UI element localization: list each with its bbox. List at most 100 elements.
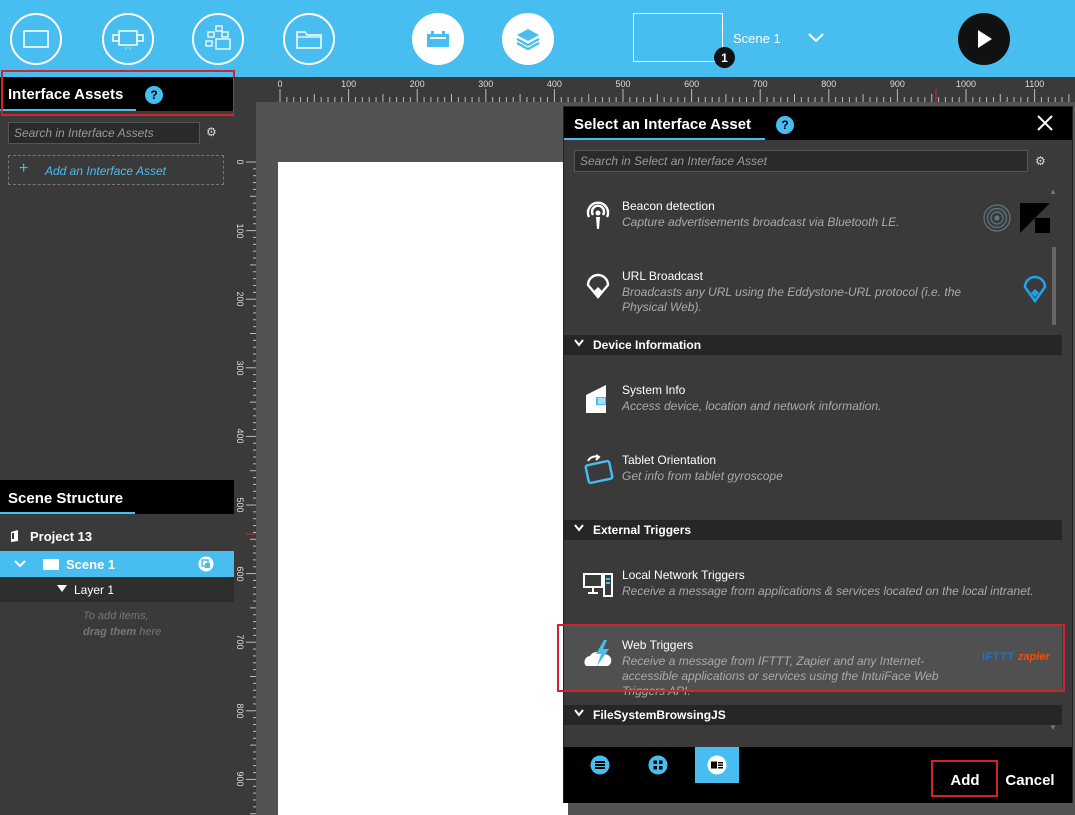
scene-structure-title: Scene Structure — [8, 490, 124, 507]
network-mode-button[interactable] — [192, 13, 244, 65]
ruler-label: 700 — [752, 79, 768, 89]
chevron-down-icon[interactable] — [14, 560, 26, 568]
component-mode-button[interactable]: ‹ › — [102, 13, 154, 65]
drag-hint-after: here — [136, 626, 162, 638]
network-icon — [205, 25, 231, 50]
ruler-label: 300 — [478, 79, 494, 89]
ruler-label: 0 — [277, 79, 283, 89]
horizontal-ruler-ticks — [279, 89, 1070, 102]
interface-assets-search-input[interactable]: Search in Interface Assets — [8, 122, 200, 144]
chevron-down-icon[interactable] — [574, 339, 584, 347]
title-underline — [0, 512, 135, 514]
scene-options-icon[interactable] — [198, 556, 214, 572]
canvas-page[interactable] — [278, 162, 568, 815]
ruler-label: 700 — [235, 634, 245, 650]
item-description: Receive a message from applications & se… — [622, 584, 1034, 598]
grid-view-button[interactable] — [636, 747, 680, 783]
rectangle-icon — [23, 30, 49, 48]
chevron-down-icon[interactable] — [574, 524, 584, 532]
close-icon[interactable] — [1036, 114, 1054, 132]
caret-down-icon[interactable] — [57, 585, 67, 592]
scene-thumbnail[interactable] — [633, 13, 723, 62]
dialog-search-input[interactable]: Search in Select an Interface Asset — [574, 150, 1028, 172]
category-label: Device Information — [593, 338, 702, 352]
cancel-button[interactable]: Cancel — [1000, 764, 1060, 796]
layers-mode-button[interactable] — [502, 13, 554, 65]
url-broadcast-icon — [586, 273, 610, 299]
scroll-up-arrow[interactable]: ▲ — [1049, 187, 1057, 196]
category-filesystembrowsingjs[interactable]: FileSystemBrowsingJS — [564, 705, 1062, 725]
item-name: URL Broadcast — [622, 269, 703, 283]
ruler-label: 100 — [341, 79, 357, 89]
tree-project-row[interactable]: Project 13 — [0, 525, 234, 549]
play-icon — [978, 30, 992, 48]
ruler-label: 500 — [615, 79, 631, 89]
top-toolbar: ‹ › 1 Scene 1 — [0, 0, 1075, 77]
chevron-down-icon[interactable] — [574, 709, 584, 717]
ruler-label: 600 — [684, 79, 700, 89]
tablet-orientation-icon — [584, 454, 614, 485]
dialog-title: Select an Interface Asset — [574, 116, 752, 133]
list-item-local-network-triggers[interactable]: Local Network Triggers Receive a message… — [564, 554, 1062, 622]
item-description: Capture advertisements broadcast via Blu… — [622, 215, 900, 229]
add-button-highlight — [931, 760, 998, 797]
item-description: Broadcasts any URL using the Eddystone-U… — [622, 285, 962, 314]
add-interface-asset-button[interactable]: + Add an Interface Asset — [8, 155, 224, 185]
web-triggers-highlight — [557, 624, 1065, 692]
item-description: Get info from tablet gyroscope — [622, 469, 783, 483]
ruler-label: 800 — [235, 703, 245, 719]
plus-icon: + — [19, 160, 29, 177]
ruler-label: 900 — [235, 771, 245, 787]
list-view-button[interactable] — [578, 747, 622, 783]
title-underline — [564, 138, 765, 140]
scroll-down-arrow[interactable]: ▼ — [1049, 723, 1057, 732]
chevron-down-icon[interactable] — [806, 29, 826, 45]
interface-assets-icon — [427, 31, 449, 47]
ruler-label: 400 — [235, 428, 245, 444]
tree-scene-row[interactable]: Scene 1 — [0, 551, 234, 577]
folder-icon — [296, 31, 322, 49]
category-device-information[interactable]: Device Information — [564, 335, 1062, 355]
gear-icon[interactable]: ⚙ — [206, 125, 217, 139]
system-info-icon — [586, 385, 606, 413]
ruler-label: 200 — [235, 291, 245, 307]
left-panel: Interface Assets ? Search in Interface A… — [0, 77, 234, 815]
vertical-ruler: 0 100 200 300 400 500 600 700 800 900 — [234, 102, 256, 815]
local-network-icon — [583, 573, 613, 597]
list-item-system-info[interactable]: System Info Access device, location and … — [564, 369, 1062, 437]
svg-text:‹ ›: ‹ › — [125, 46, 131, 50]
ruler-label: 100 — [235, 223, 245, 239]
add-interface-asset-label: Add an Interface Asset — [45, 164, 166, 178]
list-item-url-broadcast[interactable]: URL Broadcast Broadcasts any URL using t… — [564, 255, 1062, 323]
ruler-label: 600 — [235, 566, 245, 582]
list-item-beacon-detection[interactable]: Beacon detection Capture advertisements … — [564, 185, 1062, 253]
detail-view-button[interactable] — [695, 747, 739, 783]
ruler-label: 900 — [889, 79, 905, 89]
layer-name: Layer 1 — [74, 583, 115, 597]
interface-assets-mode-button[interactable] — [412, 13, 464, 65]
item-name: Local Network Triggers — [622, 568, 745, 582]
scene-structure-header: Scene Structure — [0, 480, 234, 514]
rectangle-mode-button[interactable] — [10, 13, 62, 65]
tree-layer-row[interactable]: Layer 1 — [0, 577, 234, 602]
scene-count-badge: 1 — [714, 47, 735, 68]
horizontal-ruler: 0 100 200 300 400 500 600 700 800 900 1000 1100 — [234, 77, 1075, 102]
item-name: System Info — [622, 383, 686, 397]
play-button[interactable] — [958, 13, 1010, 65]
ruler-label: 800 — [821, 79, 837, 89]
scrollbar-thumb[interactable] — [1052, 247, 1056, 325]
list-item-tablet-orientation[interactable]: Tablet Orientation Get info from tablet … — [564, 439, 1062, 507]
list-view-icon — [590, 755, 610, 775]
physical-web-brand-icon — [1023, 275, 1047, 303]
help-icon[interactable]: ? — [776, 116, 794, 134]
dialog-header: Select an Interface Asset ? — [564, 107, 1072, 140]
item-name: Beacon detection — [622, 199, 715, 213]
layers-icon — [516, 29, 540, 51]
category-external-triggers[interactable]: External Triggers — [564, 520, 1062, 540]
beacon-icon — [586, 201, 610, 229]
item-description: Access device, location and network info… — [622, 399, 882, 413]
ruler-label: 1000 — [955, 79, 977, 89]
grid-view-icon — [648, 755, 668, 775]
folder-mode-button[interactable] — [283, 13, 335, 65]
gear-icon[interactable]: ⚙ — [1035, 154, 1046, 168]
